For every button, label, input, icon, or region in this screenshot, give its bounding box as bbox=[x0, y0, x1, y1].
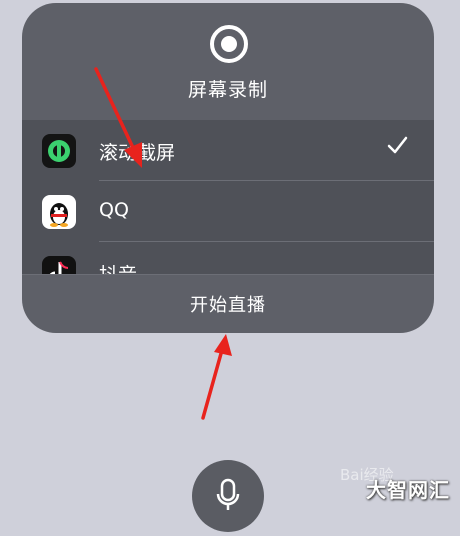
watermark-brand: 大智网汇 bbox=[366, 478, 450, 502]
annotation-arrows bbox=[94, 67, 232, 420]
arrow-to-start-button bbox=[201, 334, 232, 420]
arrow-to-scroll-screenshot bbox=[94, 67, 142, 168]
microphone-icon bbox=[216, 478, 240, 510]
microphone-button[interactable] bbox=[192, 460, 264, 532]
